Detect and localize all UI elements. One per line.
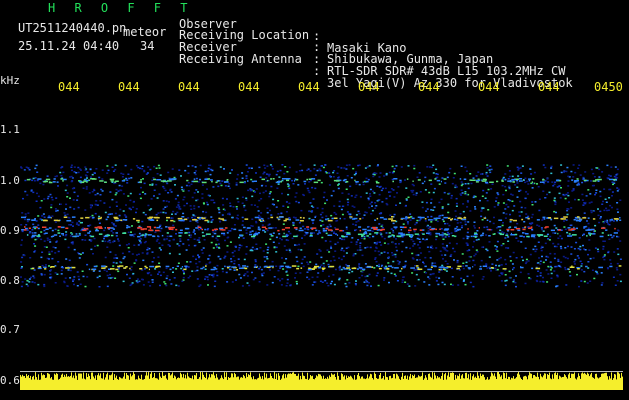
meteor-count: 34 xyxy=(140,39,155,53)
time-tick-label: 044 xyxy=(478,80,500,94)
time-tick-label: 044 xyxy=(298,80,320,94)
y-tick-label: 0.9 xyxy=(0,224,20,237)
capture-datetime: 25.11.24 04:40 xyxy=(18,39,120,53)
time-tick-label: 044 xyxy=(58,80,80,94)
y-tick-label: 0.6 xyxy=(0,374,20,387)
meteor-label: meteor xyxy=(123,25,167,39)
y-tick-label: 1.0 xyxy=(0,174,20,187)
time-tick-label: 044 xyxy=(118,80,140,94)
file-name: UT2511240440.pn xyxy=(18,21,127,35)
time-tick-label: 044 xyxy=(358,80,380,94)
time-tick-label: 0450 xyxy=(594,80,623,94)
time-tick-label: 044 xyxy=(178,80,200,94)
time-tick-label: 044 xyxy=(538,80,560,94)
hrofft-spectrogram-window: H R O F F T UT2511240440.pn meteor 25.11… xyxy=(0,0,629,400)
info-separator: : xyxy=(313,64,321,78)
info-label: Receiving Antenna xyxy=(179,52,302,66)
signal-level-bars xyxy=(20,372,623,390)
spectrogram-plot xyxy=(20,164,623,390)
time-tick-label: 044 xyxy=(418,80,440,94)
time-tick-label: 044 xyxy=(238,80,260,94)
app-title: H R O F F T xyxy=(48,1,194,15)
y-tick-label: 1.1 xyxy=(0,123,20,136)
y-tick-label: 0.8 xyxy=(0,274,20,287)
baseline-divider xyxy=(20,371,623,372)
y-tick-label: 0.7 xyxy=(0,323,20,336)
frequency-unit-label: kHz xyxy=(0,74,20,87)
noise-band xyxy=(20,164,622,288)
